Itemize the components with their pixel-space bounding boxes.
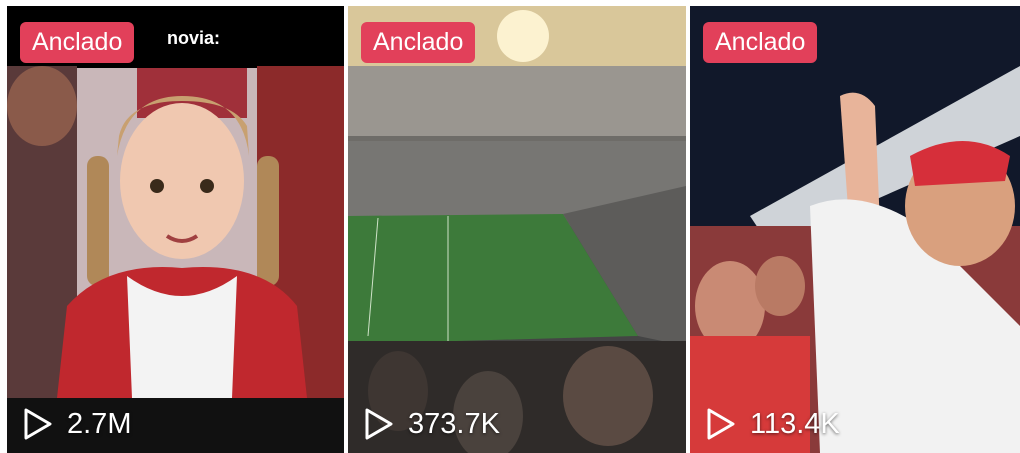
caption-text: novia: [167,28,221,48]
play-icon [24,408,52,440]
video-grid: novia: Anclado 2.7M Anclado 373.7K Ancla… [0,0,1020,453]
video-thumbnail-3 [690,6,1020,453]
pinned-badge: Anclado [20,22,135,63]
video-tile-3[interactable]: Anclado 113.4K [690,6,1020,453]
pinned-badge: Anclado [361,22,476,63]
view-count-value: 113.4K [750,407,840,440]
video-tile-2[interactable]: Anclado 373.7K [348,6,686,453]
video-tile-1[interactable]: novia: Anclado 2.7M [7,6,344,453]
video-thumbnail-2 [348,6,686,453]
play-icon [365,408,393,440]
view-count-value: 2.7M [67,407,132,440]
view-count: 113.4K [706,407,840,441]
pinned-badge: Anclado [703,22,818,63]
view-count: 373.7K [364,407,500,441]
play-icon [707,408,735,440]
view-count: 2.7M [23,407,131,441]
view-count-value: 373.7K [408,407,500,440]
video-thumbnail-1 [7,6,344,453]
